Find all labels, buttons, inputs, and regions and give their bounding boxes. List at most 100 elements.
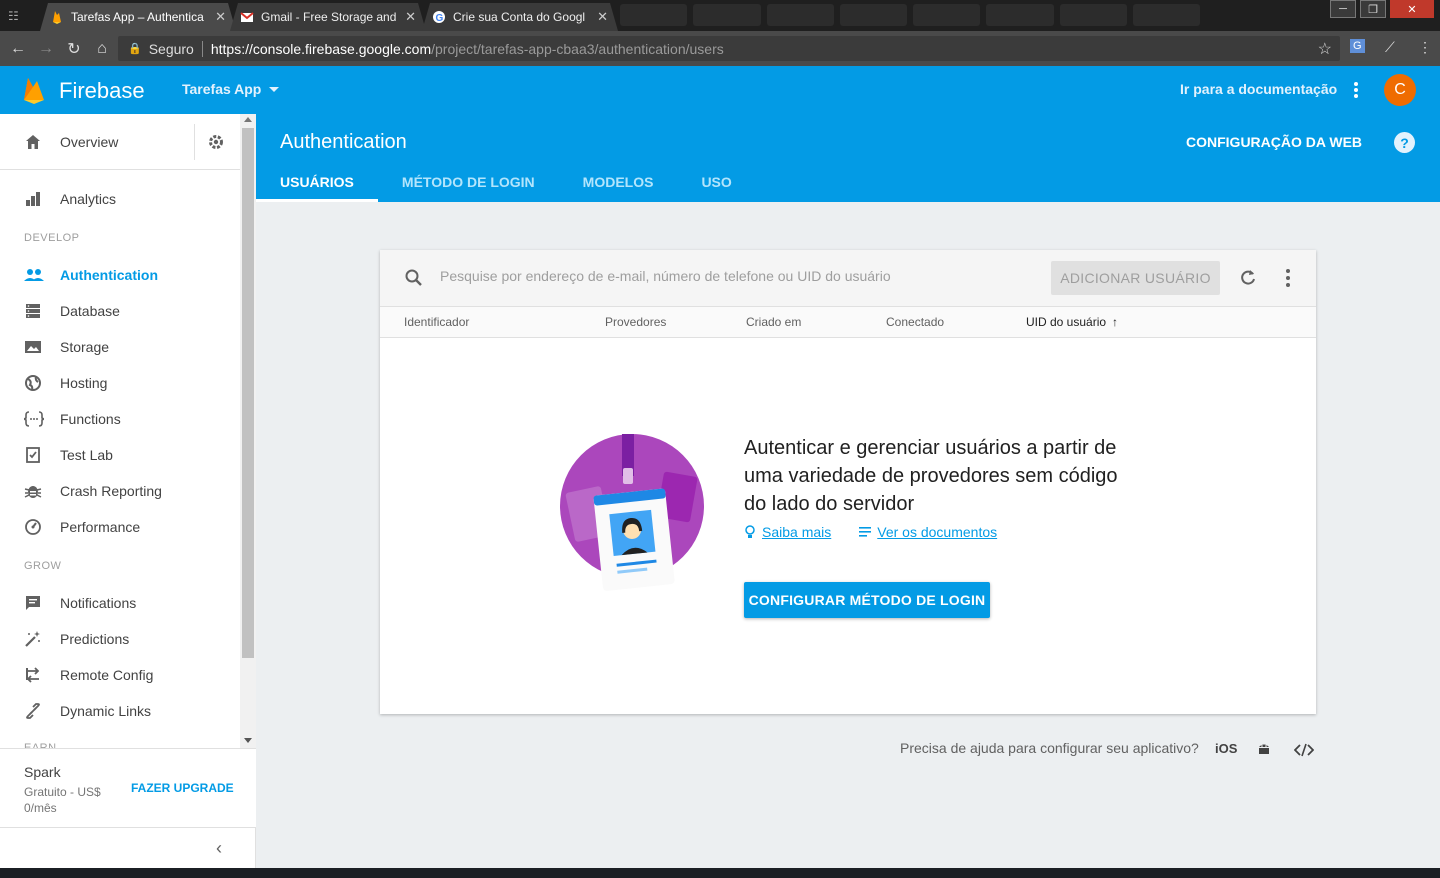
android-platform-icon[interactable] xyxy=(1257,741,1271,755)
more-options-icon[interactable] xyxy=(1286,269,1290,287)
firebase-logo-icon[interactable] xyxy=(22,76,46,104)
ios-platform-icon[interactable]: iOS xyxy=(1215,741,1237,756)
more-options-icon[interactable] xyxy=(1350,80,1362,100)
project-selector[interactable]: Tarefas App xyxy=(182,81,280,97)
tab-placeholder[interactable] xyxy=(986,4,1054,26)
tab-title: Tarefas App – Authentica xyxy=(71,10,204,24)
sidebar-item-test-lab[interactable]: Test Lab xyxy=(0,437,240,473)
bookmark-star-icon[interactable]: ☆ xyxy=(1318,39,1332,59)
sidebar-item-remote-config[interactable]: Remote Config xyxy=(0,657,240,693)
minimize-icon[interactable]: ─ xyxy=(1330,0,1356,18)
gear-icon[interactable] xyxy=(207,133,225,151)
sidebar-item-functions[interactable]: Functions xyxy=(0,401,240,437)
learn-more-link[interactable]: Saiba mais xyxy=(744,524,831,540)
firebase-header: Firebase Tarefas App Ir para a documenta… xyxy=(0,66,1440,114)
table-header: Identificador Provedores Criado em Conec… xyxy=(380,306,1316,338)
firebase-brand[interactable]: Firebase xyxy=(59,78,145,104)
sidebar-item-analytics[interactable]: Analytics xyxy=(0,181,240,217)
sidebar-item-predictions[interactable]: Predictions xyxy=(0,621,240,657)
docs-link[interactable]: Ir para a documentação xyxy=(1180,81,1337,97)
browser-menu-kebab-icon[interactable]: ⋮ xyxy=(1418,39,1432,56)
section-develop: DEVELOP xyxy=(24,232,80,244)
sidebar-item-performance[interactable]: Performance xyxy=(0,509,240,545)
auth-tabs: USUÁRIOS MÉTODO DE LOGIN MODELOS USO xyxy=(256,162,756,202)
column-providers[interactable]: Provedores xyxy=(605,315,666,329)
maximize-icon[interactable]: ❐ xyxy=(1360,0,1386,18)
sidebar-item-storage[interactable]: Storage xyxy=(0,329,240,365)
wand-icon xyxy=(25,631,40,647)
tab-usage[interactable]: USO xyxy=(677,162,755,202)
column-identifier[interactable]: Identificador xyxy=(404,315,469,329)
sidebar-item-authentication[interactable]: Authentication xyxy=(0,257,240,293)
configure-login-button[interactable]: CONFIGURAR MÉTODO DE LOGIN xyxy=(744,582,990,618)
web-config-button[interactable]: CONFIGURAÇÃO DA WEB xyxy=(1186,134,1362,150)
reload-icon[interactable]: ↻ xyxy=(60,39,88,59)
sidebar-scrollbar[interactable] xyxy=(240,114,256,748)
home-icon[interactable]: ⌂ xyxy=(88,40,116,58)
sidebar-item-label: Functions xyxy=(60,411,121,427)
close-tab-icon[interactable]: ✕ xyxy=(597,9,608,25)
tab-title: Gmail - Free Storage and xyxy=(261,10,397,24)
sidebar-item-overview[interactable]: Overview xyxy=(0,114,240,170)
tab-placeholder[interactable] xyxy=(913,4,981,26)
refresh-icon[interactable] xyxy=(1238,268,1258,288)
tab-placeholder[interactable] xyxy=(766,4,834,26)
avatar[interactable]: C xyxy=(1384,74,1416,106)
close-tab-icon[interactable]: ✕ xyxy=(215,9,226,25)
browser-menu-icon[interactable]: ☷ xyxy=(8,9,19,23)
users-card: ADICIONAR USUÁRIO Identificador Provedor… xyxy=(380,250,1316,714)
tab-placeholder[interactable] xyxy=(839,4,907,26)
add-user-button[interactable]: ADICIONAR USUÁRIO xyxy=(1051,261,1220,295)
sidebar-item-notifications[interactable]: Notifications xyxy=(0,585,240,621)
scrollbar-thumb[interactable] xyxy=(242,128,254,658)
column-signed-in[interactable]: Conectado xyxy=(886,315,944,329)
tab-placeholder[interactable] xyxy=(693,4,761,26)
bar-chart-icon xyxy=(26,192,40,206)
message-icon xyxy=(26,596,40,610)
address-bar-row: ← → ↻ ⌂ 🔒 Seguro https://console.firebas… xyxy=(0,31,1440,66)
back-icon[interactable]: ← xyxy=(4,40,32,58)
help-setup-text: Precisa de ajuda para configurar seu apl… xyxy=(900,740,1199,756)
remote-config-icon xyxy=(26,667,40,683)
translate-extension-icon[interactable]: G xyxy=(1350,39,1365,53)
window-close-icon[interactable]: ✕ xyxy=(1390,0,1434,18)
plan-panel: Spark Gratuito - US$ 0/mês FAZER UPGRADE xyxy=(0,748,256,828)
google-favicon-icon: G xyxy=(432,10,446,24)
search-input[interactable] xyxy=(440,268,1040,284)
link-icon xyxy=(26,703,40,719)
browser-tab-google[interactable]: G Crie sua Conta do Googl ✕ xyxy=(422,3,618,31)
url-field[interactable]: 🔒 Seguro https://console.firebase.google… xyxy=(118,36,1340,61)
tab-placeholder[interactable] xyxy=(1059,4,1127,26)
tab-sign-in-method[interactable]: MÉTODO DE LOGIN xyxy=(378,162,559,202)
extension-icon[interactable]: ⟋ xyxy=(1385,39,1395,56)
browser-tab-gmail[interactable]: Gmail - Free Storage and ✕ xyxy=(230,3,426,31)
view-docs-link[interactable]: Ver os documentos xyxy=(859,524,997,540)
sidebar-item-label: Notifications xyxy=(60,595,137,611)
sidebar-item-label: Authentication xyxy=(60,267,158,283)
tab-placeholder[interactable] xyxy=(620,4,688,26)
column-uid[interactable]: UID do usuário ↑ xyxy=(1026,315,1118,329)
sidebar-item-hosting[interactable]: Hosting xyxy=(0,365,240,401)
tab-templates[interactable]: MODELOS xyxy=(559,162,678,202)
search-icon xyxy=(405,269,422,286)
help-icon[interactable]: ? xyxy=(1394,132,1415,153)
sidebar-item-dynamic-links[interactable]: Dynamic Links xyxy=(0,693,240,729)
sidebar-item-crash-reporting[interactable]: Crash Reporting xyxy=(0,473,240,509)
sidebar-item-label: Dynamic Links xyxy=(60,703,152,719)
column-created[interactable]: Criado em xyxy=(746,315,801,329)
empty-state-message: Autenticar e gerenciar usuários a partir… xyxy=(744,437,1118,515)
scroll-down-icon[interactable] xyxy=(244,738,252,743)
collapse-sidebar-icon[interactable]: ‹ xyxy=(216,838,222,859)
close-tab-icon[interactable]: ✕ xyxy=(405,9,416,25)
upgrade-button[interactable]: FAZER UPGRADE xyxy=(131,781,234,795)
scroll-up-icon[interactable] xyxy=(244,117,252,122)
forward-icon[interactable]: → xyxy=(32,40,60,58)
browser-tab-firebase[interactable]: Tarefas App – Authentica ✕ xyxy=(40,3,236,31)
sort-arrow-up-icon: ↑ xyxy=(1112,315,1119,329)
plan-name: Spark xyxy=(24,764,61,780)
web-code-icon[interactable] xyxy=(1294,742,1314,758)
sidebar-item-label: Test Lab xyxy=(60,447,113,463)
tab-users[interactable]: USUÁRIOS xyxy=(256,162,378,202)
sidebar-item-database[interactable]: Database xyxy=(0,293,240,329)
tab-placeholder[interactable] xyxy=(1132,4,1200,26)
